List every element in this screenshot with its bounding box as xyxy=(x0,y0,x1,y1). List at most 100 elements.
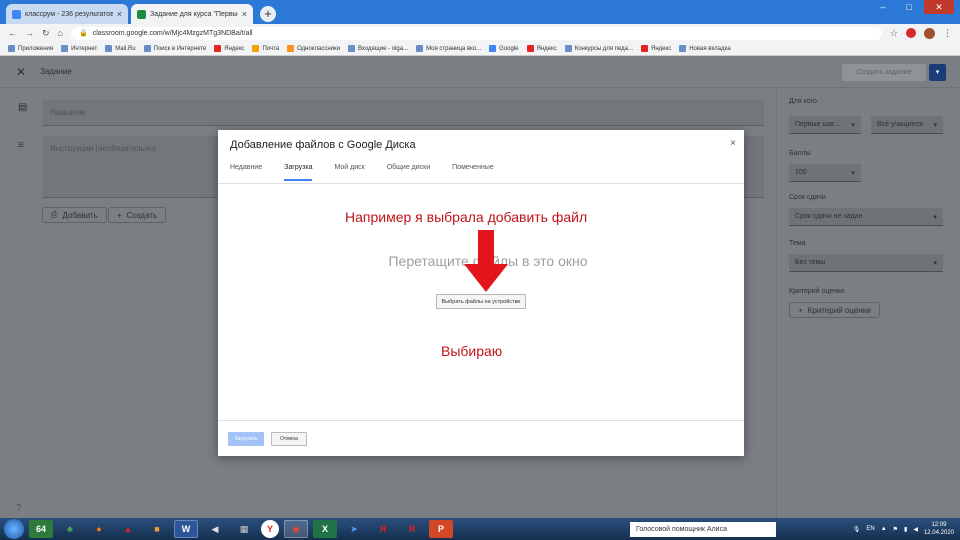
avatar[interactable] xyxy=(924,27,935,39)
bookmark-item[interactable]: Mail.Ru xyxy=(105,45,136,52)
url-text: classroom.google.com/w/Mjc4MzgzMTg3NDBa/… xyxy=(92,29,253,37)
choose-files-button[interactable]: Выбрать файлы на устройстве xyxy=(436,294,526,309)
browser-tab-search[interactable]: классрум - 236 результатов. По × xyxy=(6,4,128,24)
minimize-icon[interactable]: – xyxy=(872,0,894,14)
back-icon[interactable]: ← xyxy=(8,28,17,38)
maximize-icon[interactable]: □ xyxy=(898,0,920,14)
students-select[interactable]: Все учащиеся ▾ xyxy=(871,116,943,134)
bookmark-icon xyxy=(416,45,424,52)
language-indicator[interactable]: EN xyxy=(866,526,874,532)
taskbar-app-yandex[interactable]: Y xyxy=(261,520,279,538)
modal-header: Добавление файлов с Google Диска × Недав… xyxy=(218,130,744,184)
system-tray: 🎙 EN ▲ ⚑ ▮ ◀ 12:09 12.04.2020 xyxy=(853,518,954,540)
flag-icon[interactable]: ⚑ xyxy=(893,526,898,533)
bookmark-item[interactable]: Яндекс xyxy=(526,45,557,52)
bookmark-item[interactable]: Конкурсы для педа... xyxy=(564,45,633,52)
attach-icon: ⎙ xyxy=(51,210,58,219)
taskbar-app-excel[interactable]: X xyxy=(313,520,337,538)
taskbar-app-sound-icon[interactable]: ◀ xyxy=(203,520,227,538)
url-bar[interactable]: 🔒 classroom.google.com/w/Mjc4MzgzMTg3NDB… xyxy=(70,26,882,40)
add-button[interactable]: ⎙ Добавить xyxy=(42,207,107,223)
bookmark-item[interactable]: Поиск в Интернете xyxy=(143,45,206,52)
bookmark-item[interactable]: Входящие - olga... xyxy=(347,45,408,52)
forward-icon[interactable]: → xyxy=(25,28,34,38)
bookmark-item[interactable]: Почта xyxy=(252,45,279,52)
course-select[interactable]: Первые шаг... ▾ xyxy=(789,116,861,134)
close-icon[interactable]: ✕ xyxy=(16,65,26,79)
address-toolbar: ← → ↻ ⌂ 🔒 classroom.google.com/w/Mjc4Mzg… xyxy=(0,24,960,42)
close-icon[interactable]: × xyxy=(730,138,736,149)
tab-upload[interactable]: Загрузка xyxy=(284,164,313,181)
taskbar-app-chrome-icon[interactable]: ◉ xyxy=(284,520,308,538)
modal-tabs: Недавние Загрузка Мой диск Общие диски П… xyxy=(230,164,494,181)
taskbar-app-pdf-icon[interactable]: ▲ xyxy=(116,520,140,538)
tab-starred[interactable]: Помеченные xyxy=(452,164,494,181)
new-tab-button[interactable]: + xyxy=(260,6,276,22)
system-clock[interactable]: 12:09 12.04.2020 xyxy=(924,521,954,537)
cancel-button[interactable]: Отмена xyxy=(271,432,307,446)
assistant-search-box[interactable]: Голосовой помощник Алиса xyxy=(630,522,776,537)
taskbar-app-tree-icon[interactable]: ♣ xyxy=(58,520,82,538)
modal-footer: Загрузить Отмена xyxy=(218,420,744,456)
bookmark-item[interactable]: Google xyxy=(489,45,519,52)
taskbar-app-telegram-icon[interactable]: ➤ xyxy=(342,520,366,538)
extension-icon[interactable] xyxy=(906,28,916,38)
menu-icon[interactable]: ⋮ xyxy=(943,28,952,39)
bookmark-item[interactable]: Одноклассники xyxy=(287,45,340,52)
microphone-icon[interactable]: 🎙 xyxy=(853,526,861,533)
bookmark-item[interactable]: Моя страница вко... xyxy=(416,45,481,52)
title-field[interactable]: Название xyxy=(42,100,764,126)
plus-icon: + xyxy=(798,305,803,315)
browser-tab-classroom[interactable]: Задание для курса "Первые ша × xyxy=(131,4,253,24)
home-icon[interactable]: ⌂ xyxy=(58,28,63,38)
assign-button[interactable]: Создать задание xyxy=(842,64,926,81)
create-button[interactable]: + Создать xyxy=(108,207,167,223)
taskbar-app-powerpoint[interactable]: P xyxy=(429,520,453,538)
chevron-up-icon[interactable]: ▲ xyxy=(881,526,887,532)
bookmark-icon xyxy=(641,45,649,52)
close-icon[interactable]: × xyxy=(117,9,122,19)
bookmark-icon xyxy=(564,45,572,52)
taskbar-app-word[interactable]: W xyxy=(174,520,198,538)
window-close-icon[interactable]: ✕ xyxy=(924,0,954,14)
annotation-top: Например я выбрала добавить файл xyxy=(345,209,588,225)
tab-recent[interactable]: Недавние xyxy=(230,164,262,181)
bookmark-item[interactable]: Интернет xyxy=(61,45,97,52)
bookmark-item[interactable]: Яндекс xyxy=(641,45,671,52)
bookmark-icon xyxy=(61,45,69,52)
tab-my-drive[interactable]: Мой диск xyxy=(334,164,364,181)
modal-title: Добавление файлов с Google Диска xyxy=(230,139,416,151)
bookmark-item[interactable]: Новая вкладка xyxy=(679,45,731,52)
taskbar-app-64[interactable]: 64 xyxy=(29,520,53,538)
bookmark-icon xyxy=(252,45,260,52)
google-drive-picker: Добавление файлов с Google Диска × Недав… xyxy=(218,130,744,456)
taskbar-app-yandex-browser[interactable]: Я xyxy=(371,520,395,538)
chevron-down-icon[interactable]: ▾ xyxy=(929,64,946,81)
help-icon[interactable]: ? xyxy=(16,503,22,514)
topic-select[interactable]: Без темы ▾ xyxy=(789,254,943,272)
tab-title: классрум - 236 результатов. По xyxy=(25,10,113,18)
rubric-button[interactable]: + Критерий оценки xyxy=(789,302,880,318)
network-icon[interactable]: ▮ xyxy=(904,526,907,533)
points-select[interactable]: 100 ▾ xyxy=(789,164,861,182)
close-icon[interactable]: × xyxy=(242,9,247,19)
bookmark-item[interactable]: Яндекс xyxy=(214,45,244,52)
upload-button[interactable]: Загрузить xyxy=(228,432,264,446)
bookmark-item[interactable]: Приложения xyxy=(8,45,53,52)
taskbar-app-yandex-browser-2[interactable]: Я xyxy=(400,520,424,538)
star-icon[interactable]: ☆ xyxy=(890,28,898,39)
tab-shared-drives[interactable]: Общие диски xyxy=(387,164,430,181)
taskbar-app-firefox-icon[interactable]: ● xyxy=(87,520,111,538)
start-button[interactable] xyxy=(4,519,24,539)
topic-label: Тема xyxy=(789,240,806,247)
window-controls: – □ ✕ xyxy=(872,0,954,14)
plus-icon: + xyxy=(117,210,122,220)
taskbar-app-icon[interactable]: ■ xyxy=(145,520,169,538)
bookmark-icon xyxy=(287,45,295,52)
notes-icon: ≡ xyxy=(18,140,24,151)
volume-icon[interactable]: ◀ xyxy=(913,526,918,533)
due-select[interactable]: Срок сдачи не задан ▾ xyxy=(789,208,943,226)
taskbar-app-explorer-icon[interactable]: ▦ xyxy=(232,520,256,538)
reload-icon[interactable]: ↻ xyxy=(42,28,50,39)
chevron-down-icon: ▾ xyxy=(933,121,937,129)
